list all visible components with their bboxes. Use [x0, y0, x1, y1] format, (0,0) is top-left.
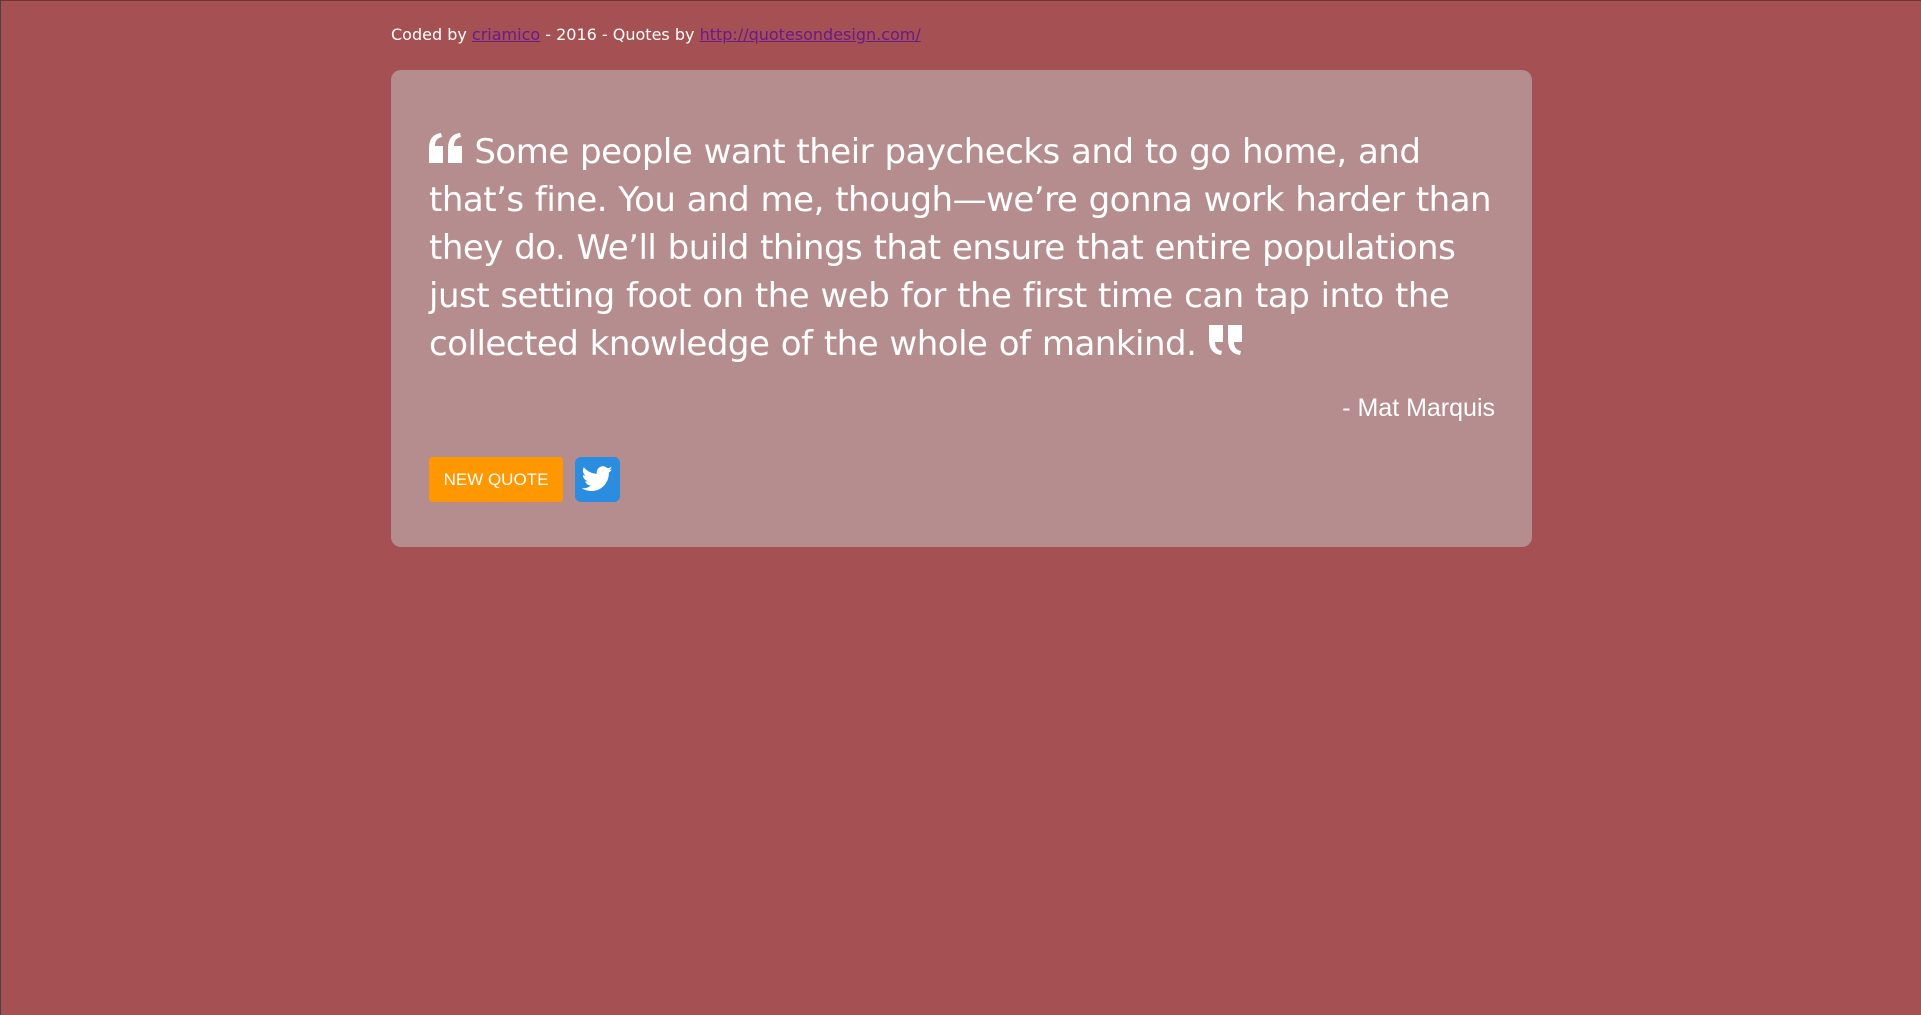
- credits-middle: - 2016 - Quotes by: [540, 25, 700, 44]
- tweet-button[interactable]: [575, 457, 620, 502]
- new-quote-button[interactable]: NEW QUOTE: [429, 457, 563, 502]
- credits-line: Coded by criamico - 2016 - Quotes by htt…: [391, 24, 921, 46]
- credits-prefix: Coded by: [391, 25, 472, 44]
- quotes-source-link[interactable]: http://quotesondesign.com/: [700, 25, 921, 44]
- quote-text: Some people want their paychecks and to …: [429, 132, 1492, 364]
- quote-author: - Mat Marquis: [1342, 394, 1495, 422]
- quote-card: Some people want their paychecks and to …: [391, 70, 1532, 547]
- quote-right-icon: [1208, 325, 1242, 355]
- twitter-icon: [582, 466, 613, 492]
- author-link[interactable]: criamico: [472, 25, 540, 44]
- quote-left-icon: [429, 133, 463, 163]
- quote-block: Some people want their paychecks and to …: [429, 128, 1501, 368]
- window-top-edge: [1, 0, 1921, 1]
